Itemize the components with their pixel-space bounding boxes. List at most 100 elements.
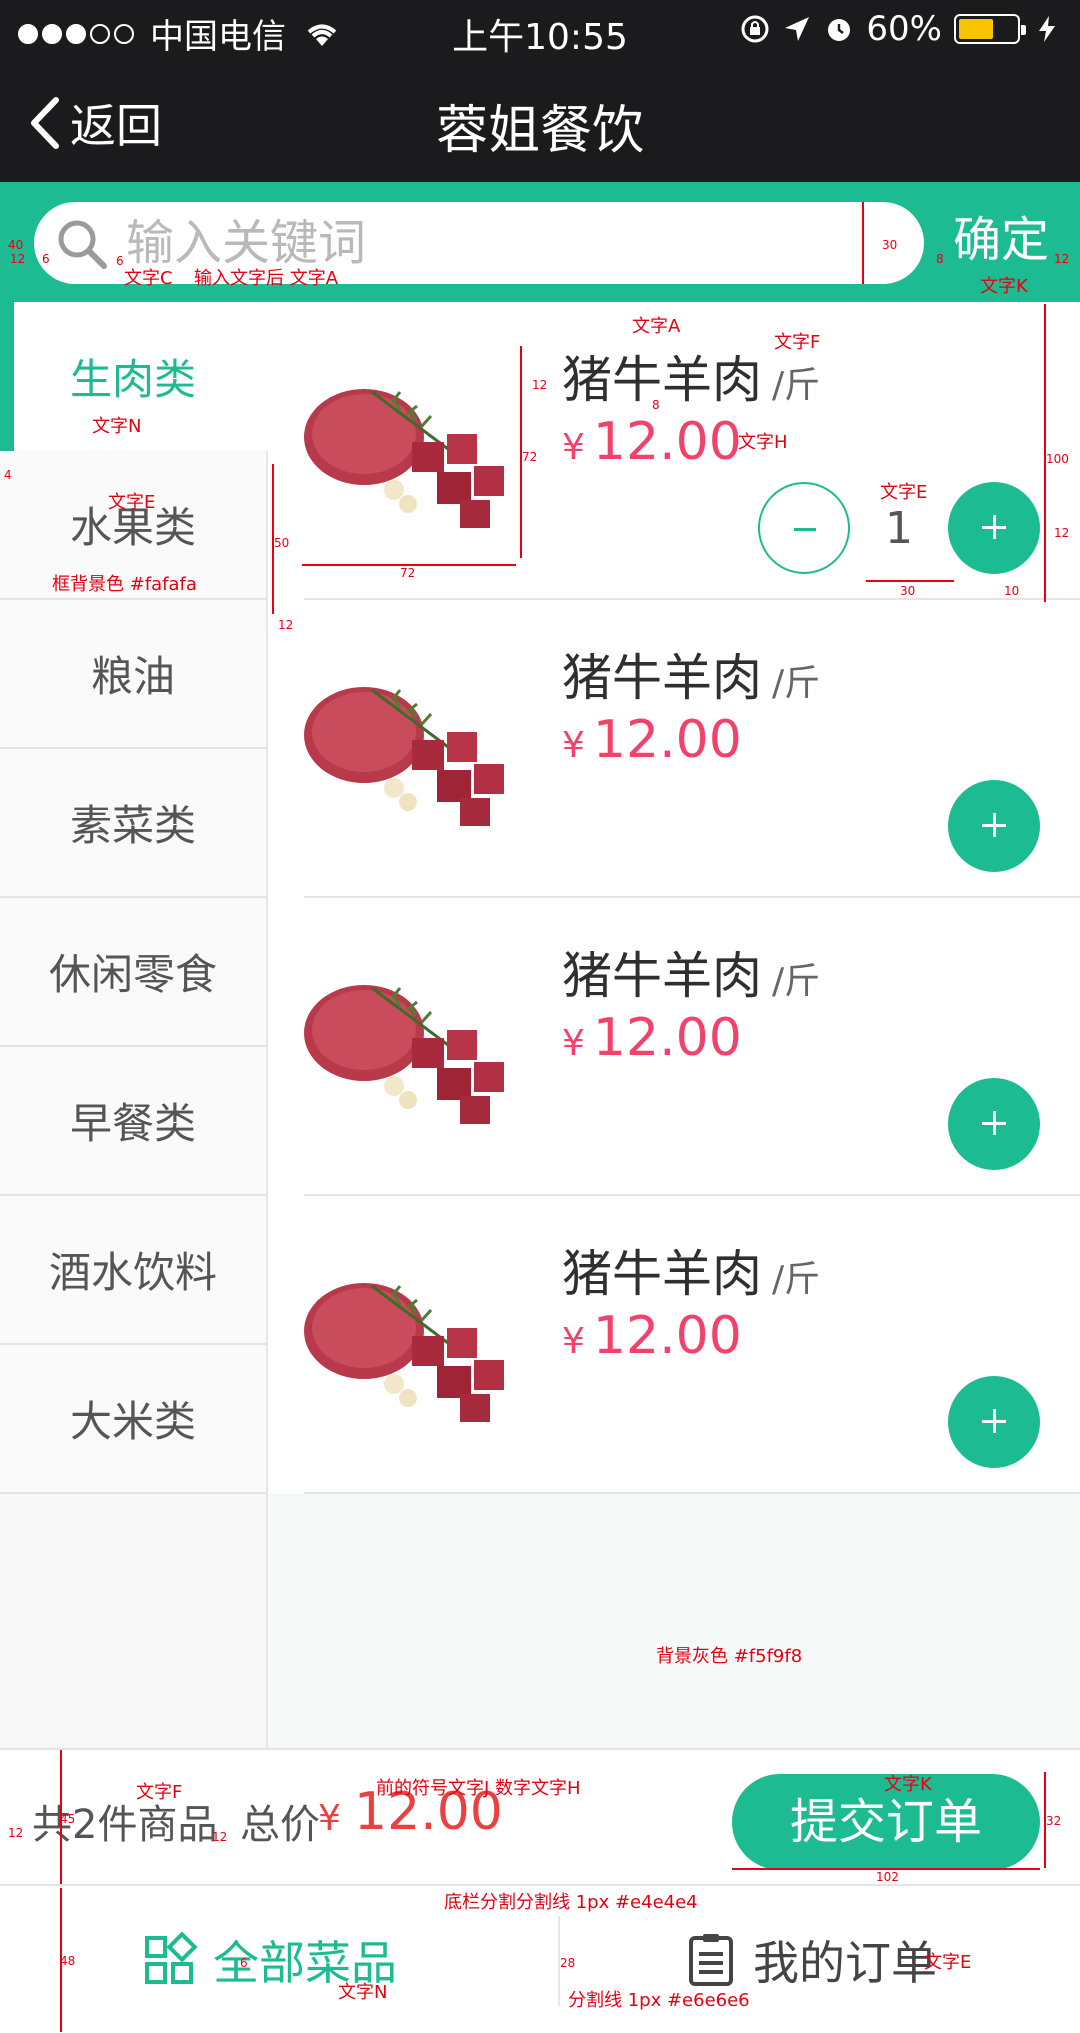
- annotation-label: 文字A: [632, 316, 681, 337]
- annotation-dimension: 12: [8, 1826, 24, 1840]
- dimension-line: [1044, 1772, 1046, 1868]
- product-price: ¥12.00: [562, 1008, 742, 1068]
- item-divider: [304, 1492, 1080, 1494]
- top-bar: 中国电信 上午10:55 60% 返回 蓉姐餐饮: [0, 0, 1080, 182]
- annotation-dimension: 72: [400, 566, 416, 580]
- annotation-label: 背景灰色 #f5f9f8: [656, 1646, 803, 1667]
- annotation-dimension: 6: [240, 1956, 248, 1970]
- add-button[interactable]: [948, 780, 1040, 872]
- annotation-dimension: 30: [900, 584, 916, 598]
- dimension-line: [302, 564, 516, 566]
- annotation-label: 文字H: [738, 432, 788, 453]
- product-name: 猪牛羊肉/斤: [562, 638, 820, 710]
- rotation-lock-icon: [741, 15, 769, 43]
- product-item[interactable]: 猪牛羊肉/斤 ¥12.00 1: [268, 302, 1080, 600]
- sidebar-item-label: 酒水饮料: [48, 1248, 217, 1297]
- annotation-dimension: 12: [1054, 526, 1070, 540]
- quantity-value: 1: [885, 502, 913, 554]
- meat-image: [304, 687, 504, 826]
- price-value: 12.00: [592, 412, 742, 472]
- sidebar-item-label: 粮油: [90, 652, 175, 701]
- annotation-label: 文字E: [108, 492, 156, 513]
- annotation-dimension: 8: [652, 398, 660, 412]
- sidebar-item-breakfast[interactable]: 早餐类: [0, 1047, 266, 1196]
- product-unit: /斤: [772, 365, 821, 406]
- annotation-dimension: 12: [212, 1830, 228, 1844]
- annotation-dimension: 28: [560, 1956, 576, 1970]
- annotation-label: 框背景色 #fafafa: [52, 574, 197, 595]
- product-name-text: 猪牛羊肉: [562, 351, 762, 409]
- annotation-dimension: 12: [532, 378, 548, 392]
- status-right: 60%: [740, 9, 1062, 49]
- annotation-dimension: 6: [42, 252, 50, 266]
- sidebar-item-label: 大米类: [69, 1397, 196, 1446]
- product-unit: /斤: [772, 961, 821, 1002]
- sidebar-item-label: 早餐类: [69, 1099, 196, 1148]
- annotation-label: 文字N: [338, 1982, 388, 2003]
- annotation-label: 底栏分割分割线 1px #e4e4e4: [444, 1892, 698, 1913]
- alarm-icon: [828, 19, 851, 41]
- dimension-line: [1044, 304, 1046, 602]
- grid-icon: [145, 1931, 198, 1984]
- annotation-dimension: 45: [60, 1812, 76, 1826]
- annotation-dimension: 8: [936, 252, 944, 266]
- currency-symbol: ¥: [562, 1023, 585, 1064]
- product-price: ¥12.00: [562, 412, 742, 472]
- nav-bar: 返回 蓉姐餐饮: [0, 60, 1080, 182]
- order-list-icon: [689, 1933, 733, 1986]
- currency-symbol: ¥: [562, 1321, 585, 1362]
- quantity-stepper: [948, 1376, 1040, 1468]
- annotation-dimension: 48: [60, 1954, 76, 1968]
- product-name: 猪牛羊肉/斤: [562, 936, 820, 1008]
- add-button[interactable]: [948, 1078, 1040, 1170]
- meat-image: [304, 985, 504, 1124]
- product-name-text: 猪牛羊肉: [562, 1245, 762, 1303]
- product-item[interactable]: 猪牛羊肉/斤 ¥12.00: [268, 898, 1080, 1196]
- annotation-dimension: 40: [8, 238, 24, 252]
- annotation-dimension: 50: [274, 536, 290, 550]
- product-price: ¥12.00: [562, 1306, 742, 1366]
- sidebar-item-label: 生肉类: [69, 355, 196, 404]
- decrease-button[interactable]: [758, 482, 850, 574]
- quantity-stepper: [948, 780, 1040, 872]
- location-icon: [785, 17, 810, 41]
- sidebar-item-drinks[interactable]: 酒水饮料: [0, 1196, 266, 1345]
- product-item[interactable]: 猪牛羊肉/斤 ¥12.00: [268, 600, 1080, 898]
- increase-button[interactable]: [948, 482, 1040, 574]
- annotation-label: 文字K: [980, 276, 1028, 297]
- product-unit: /斤: [772, 1259, 821, 1300]
- annotation-label: 文字F: [774, 332, 821, 353]
- charging-icon: [1039, 16, 1055, 42]
- annotation-label: 文字F: [136, 1782, 183, 1803]
- annotation-label: 文字N: [92, 416, 142, 437]
- meat-image: [304, 1283, 504, 1422]
- product-name-text: 猪牛羊肉: [562, 947, 762, 1005]
- annotation-dimension: 12: [10, 252, 26, 266]
- annotation-label: 文字E: [880, 482, 928, 503]
- annotation-label: 前的符号文字J 数字文字H: [376, 1778, 581, 1799]
- annotation-label: 文字C: [124, 268, 173, 289]
- annotation-dimension: 12: [278, 618, 294, 632]
- sidebar-item-grain-oil[interactable]: 粮油: [0, 600, 266, 749]
- active-indicator: [0, 302, 14, 451]
- sidebar-item-rice[interactable]: 大米类: [0, 1345, 266, 1494]
- product-name: 猪牛羊肉/斤: [562, 1234, 820, 1306]
- total-currency: ¥: [318, 1798, 341, 1839]
- product-unit: /斤: [772, 663, 821, 704]
- annotation-label: 输入文字后 文字A: [194, 268, 339, 289]
- confirm-button[interactable]: 确定: [936, 200, 1066, 280]
- dimension-line: [732, 1868, 1040, 1870]
- annotation-dimension: 32: [1046, 1814, 1062, 1828]
- price-value: 12.00: [592, 1306, 742, 1366]
- sidebar-item-snacks[interactable]: 休闲零食: [0, 898, 266, 1047]
- product-item[interactable]: 猪牛羊肉/斤 ¥12.00: [268, 1196, 1080, 1494]
- sidebar-item-vegetables[interactable]: 素菜类: [0, 749, 266, 898]
- annotation-dimension: 6: [116, 254, 124, 268]
- search-icon: [58, 220, 107, 269]
- annotation-label: 文字K: [884, 1774, 932, 1795]
- annotation-dimension: 100: [1046, 452, 1069, 466]
- currency-symbol: ¥: [562, 725, 585, 766]
- annotation-dimension: 4: [4, 468, 12, 482]
- add-button[interactable]: [948, 1376, 1040, 1468]
- sidebar-item-label: 素菜类: [69, 801, 196, 850]
